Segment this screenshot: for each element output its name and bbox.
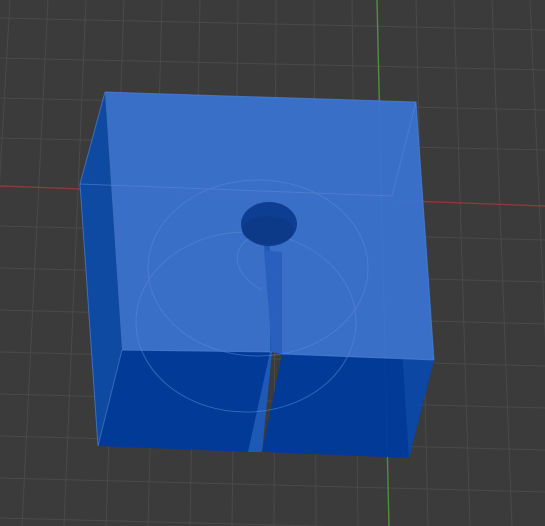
viewport-canvas[interactable] — [0, 0, 545, 526]
3d-viewport[interactable] — [0, 0, 545, 526]
block-front-face-left[interactable] — [98, 350, 272, 452]
slotted-block-model[interactable] — [79, 91, 435, 458]
hole-rim-shadow — [242, 216, 294, 244]
